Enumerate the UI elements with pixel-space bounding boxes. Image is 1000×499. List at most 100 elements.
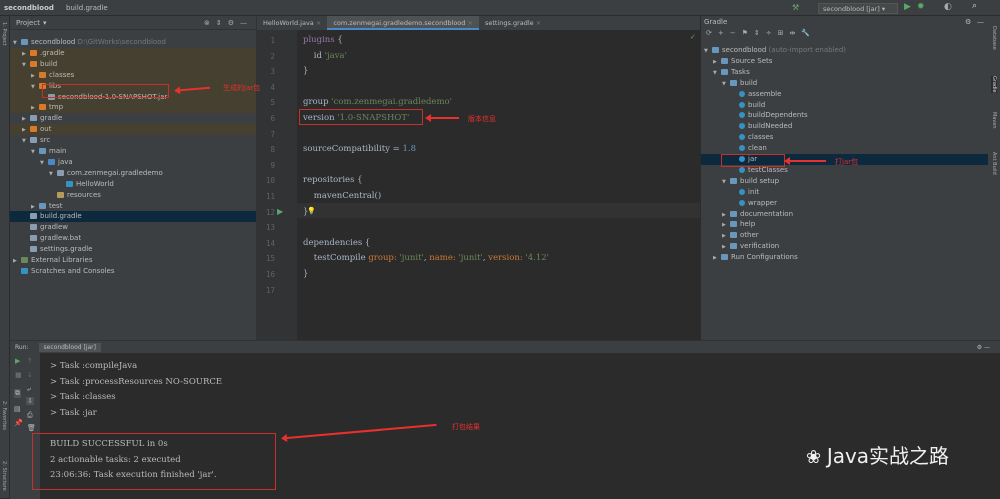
pin-icon[interactable]: 📌 [14, 419, 23, 427]
gradle-tree-item[interactable]: ▼ secondblood (auto-import enabled) [701, 45, 988, 56]
expand-all-icon[interactable]: ⇕ [754, 29, 760, 37]
editor-tab[interactable]: HelloWorld.java × [257, 16, 327, 30]
ant-build-tool-button[interactable]: Ant Build [991, 152, 997, 175]
code-line[interactable]: id 'java' [303, 51, 347, 61]
favorites-tool-button[interactable]: 2: Favorites [1, 401, 7, 430]
toggle-offline-icon[interactable]: ⊞ [778, 29, 784, 37]
run-gutter-icon[interactable]: ▶ [277, 207, 283, 216]
project-tree-item[interactable]: build.gradle [10, 211, 256, 223]
run-tab[interactable]: secondblood [jar] [38, 342, 101, 352]
gradle-task-item[interactable]: init [701, 187, 988, 198]
structure-tool-button[interactable]: 2: Structure [1, 461, 7, 491]
gradle-minimize-icon[interactable]: — [977, 18, 984, 26]
trash-icon[interactable]: 🗑 [27, 424, 36, 432]
code-line[interactable]: } [303, 66, 308, 76]
project-tree-item[interactable]: ▶ tmp [10, 102, 256, 114]
stop-icon[interactable]: ■ [15, 371, 22, 379]
add-icon[interactable]: + [718, 29, 724, 37]
project-tree-item[interactable]: resources [10, 190, 256, 201]
close-tab-icon[interactable]: × [316, 19, 321, 27]
minimize-icon[interactable]: — [240, 19, 247, 27]
project-tree-item[interactable]: gradlew [10, 222, 256, 233]
run-icon[interactable]: ▶ [904, 2, 911, 12]
gear-icon[interactable]: ⚙ [228, 19, 234, 27]
collapse-icon[interactable]: ⇕ [216, 19, 222, 27]
project-tree-item[interactable]: ▶ test [10, 201, 256, 212]
project-tool-button[interactable]: 1: Project [1, 22, 7, 46]
gradle-task-item[interactable]: wrapper [701, 198, 988, 209]
project-tree-item[interactable]: ▼ secondblood D:\GitWorks\secondblood [10, 37, 256, 48]
code-line[interactable]: testCompile group: 'junit', name: 'junit… [303, 253, 549, 263]
code-line[interactable]: } [303, 207, 308, 217]
gradle-tree-item[interactable]: ▶ documentation [701, 209, 988, 220]
run-config-select[interactable]: secondblood [jar] ▾ [818, 3, 898, 14]
project-tree-item[interactable]: ▶ out [10, 124, 256, 136]
soft-wrap-icon[interactable]: ⤶ [27, 385, 31, 394]
gradle-task-item[interactable]: buildNeeded [701, 121, 988, 132]
project-tree-item[interactable]: settings.gradle [10, 244, 256, 255]
project-tree-item[interactable]: ▼ main [10, 146, 256, 157]
code-line[interactable]: plugins { [303, 35, 343, 45]
database-tool-button[interactable]: Database [991, 26, 997, 50]
gradle-settings-icon[interactable]: ⚙ [965, 18, 971, 26]
code-line[interactable]: dependencies { [303, 238, 370, 248]
gradle-tree-item[interactable]: ▶ Source Sets [701, 56, 988, 67]
restore-layout-icon[interactable]: ⧉ [14, 389, 21, 398]
gradle-tree-item[interactable]: ▼ build [701, 78, 988, 89]
project-tree-item[interactable]: gradlew.bat [10, 233, 256, 244]
project-tree-item[interactable]: ▶ gradle [10, 113, 256, 124]
breadcrumb-file[interactable]: build.gradle [66, 4, 108, 12]
gradle-tree-item[interactable]: ▶ verification [701, 241, 988, 252]
print-icon[interactable]: ⎙ [27, 411, 33, 420]
gradle-task-item[interactable]: build [701, 100, 988, 111]
gradle-tree-item[interactable]: ▼ build setup [701, 176, 988, 187]
execute-task-icon[interactable]: ⚑ [742, 29, 748, 37]
close-tab-icon[interactable]: × [468, 19, 473, 27]
project-tree-item[interactable]: ▼ build [10, 58, 256, 70]
remove-icon[interactable]: − [730, 29, 736, 37]
project-tree-item[interactable]: ▼ com.zenmegai.gradledemo [10, 168, 256, 179]
coverage-icon[interactable]: ◐ [944, 2, 952, 12]
code-line[interactable]: mavenCentral() [303, 191, 381, 201]
project-tree-item[interactable]: Scratches and Consoles [10, 266, 256, 277]
gradle-task-item[interactable]: assemble [701, 89, 988, 100]
project-tree-item[interactable]: ▶ .gradle [10, 47, 256, 59]
project-view-select[interactable]: Project [16, 19, 40, 27]
show-dependencies-icon[interactable]: ⇹ [790, 29, 796, 37]
refresh-icon[interactable]: ⟳ [706, 29, 712, 37]
code-line[interactable]: } [303, 269, 308, 279]
editor-tab[interactable]: settings.gradle × [479, 16, 547, 30]
gradle-tree-item[interactable]: ▶ help [701, 219, 988, 230]
gradle-task-item[interactable]: buildDependents [701, 110, 988, 121]
up-icon[interactable]: ↑ [27, 357, 33, 365]
rerun-icon[interactable]: ▶ [15, 357, 20, 365]
breadcrumb-project[interactable]: secondblood [4, 4, 54, 12]
down-icon[interactable]: ↓ [27, 371, 33, 379]
gradle-task-item[interactable]: clean [701, 143, 988, 154]
project-tree-item[interactable]: ▶ classes [10, 69, 256, 81]
maven-tool-button[interactable]: Maven [991, 112, 997, 129]
debug-icon[interactable]: ✹ [917, 2, 925, 12]
gradle-tree-item[interactable]: ▼ Tasks [701, 67, 988, 78]
build-hammer-icon[interactable]: ⚒ [792, 3, 799, 12]
project-tree-item[interactable]: HelloWorld [10, 179, 256, 190]
close-tab-icon[interactable]: × [536, 19, 541, 27]
gradle-tool-button[interactable]: Gradle [991, 76, 997, 93]
gradle-tree-item[interactable]: ▶ Run Configurations [701, 252, 988, 263]
project-tree-item[interactable]: ▶ External Libraries [10, 255, 256, 266]
editor-tab[interactable]: com.zenmegai.gradledemo.secondblood × [327, 16, 479, 30]
search-icon[interactable]: ⌕ [972, 1, 977, 11]
collapse-all-icon[interactable]: ÷ [766, 29, 772, 37]
code-line[interactable]: group 'com.zenmegai.gradledemo' [303, 97, 452, 107]
wrench-icon[interactable]: 🔧 [801, 29, 810, 37]
run-settings-icon[interactable]: ⚙ — [977, 344, 990, 351]
scroll-to-end-icon[interactable]: ⇩ [26, 397, 34, 405]
locate-icon[interactable]: ⊗ [204, 19, 210, 27]
expand-arrow-icon[interactable]: ▶ [713, 253, 721, 264]
code-line[interactable]: sourceCompatibility = 1.8 [303, 144, 416, 154]
code-line[interactable]: repositories { [303, 175, 363, 185]
project-tree-item[interactable]: ▼ src [10, 135, 256, 146]
layout-icon[interactable]: ▤ [14, 405, 21, 413]
gradle-tree-item[interactable]: ▶ other [701, 230, 988, 241]
project-tree-item[interactable]: ▼ java [10, 157, 256, 168]
